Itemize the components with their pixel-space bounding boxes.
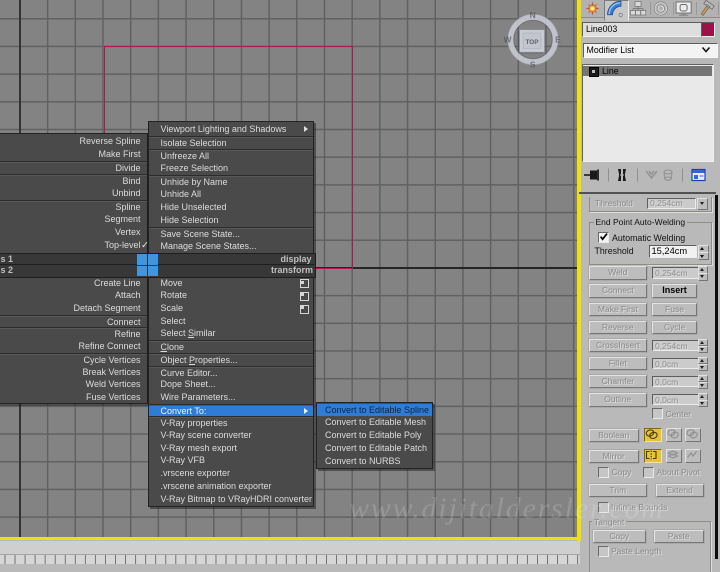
svg-text:E: E bbox=[555, 35, 561, 45]
svg-text:N: N bbox=[530, 10, 536, 20]
svg-text:S: S bbox=[530, 60, 536, 70]
svg-text:TOP: TOP bbox=[526, 39, 539, 46]
svg-text:W: W bbox=[504, 35, 512, 45]
